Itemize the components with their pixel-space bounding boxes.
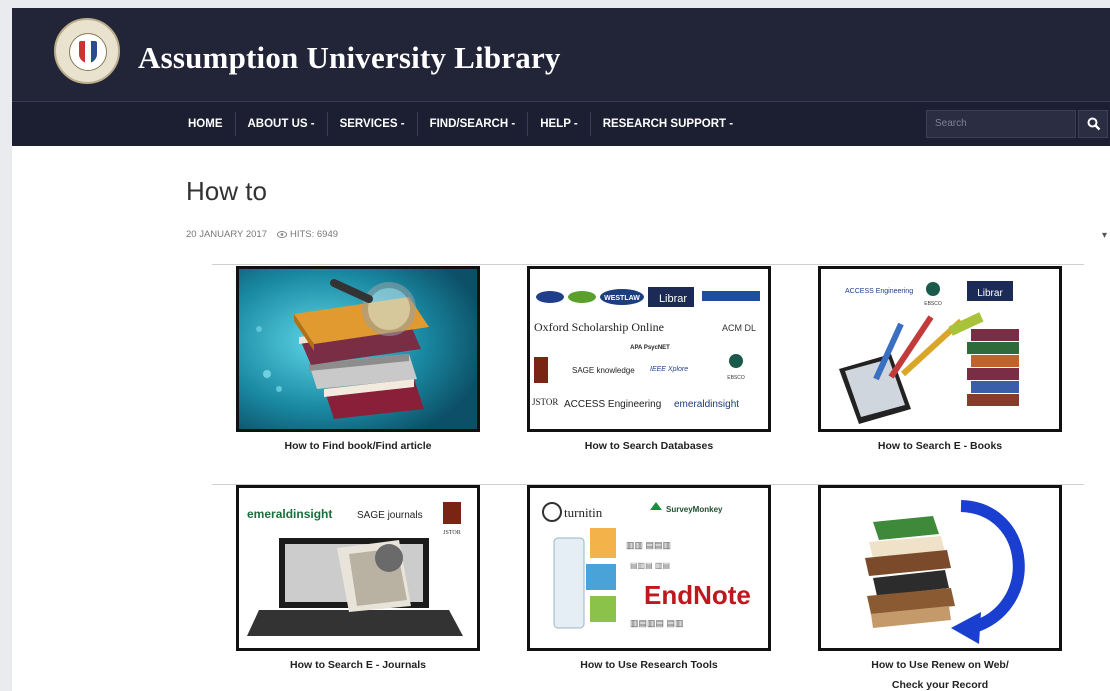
card-find-book[interactable]: How to Find book/Find article [236,266,480,456]
surveymonkey-logo-text: SurveyMonkey [666,505,723,514]
ebsco-logo-text: EBSCO [727,375,745,381]
library-logo-text: Librar [977,288,1003,299]
divider [212,264,1084,265]
eye-icon [276,231,287,238]
nav-about-us[interactable]: ABOUT US - [236,112,328,136]
apa-logo-text: APA PsycNET [630,345,670,351]
main-navbar: HOME ABOUT US - SERVICES - FIND/SEARCH -… [12,101,1110,146]
sage-logo-text: SAGE knowledge [572,366,635,375]
caption-line-1: How to Use Renew on Web/ [871,659,1009,671]
magnifier-books-icon [239,269,477,429]
ieee-logo-text: IEEE Xplore [650,366,688,373]
card-image[interactable]: emeraldinsight SAGE journals JSTOR [236,485,480,651]
access-engineering-logo-text: ACCESS Engineering [845,288,913,295]
nav-research-support[interactable]: RESEARCH SUPPORT - [591,112,745,136]
research-tools-icon: turnitin SurveyMonkey ▥▥ ▤▤▥ ▤▥▤ ▥▤ EndN… [530,488,768,648]
search-button[interactable] [1078,110,1108,138]
access-engineering-logo-text: ACCESS Engineering [564,399,661,410]
ebsco-logo-text: EBSCO [924,301,942,307]
card-image[interactable] [236,266,480,432]
card-renew-web[interactable]: How to Use Renew on Web/ Check your Reco… [818,485,1062,691]
card-research-tools[interactable]: turnitin SurveyMonkey ▥▥ ▤▤▥ ▤▥▤ ▥▤ EndN… [527,485,771,675]
nav-services[interactable]: SERVICES - [328,112,418,136]
site-title[interactable]: Assumption University Library [138,40,561,76]
library-logo-text: Librar [659,293,687,305]
caption-line-2: Check your Record [891,679,989,691]
acm-logo-text: ACM DL [722,323,756,333]
article-meta: 20 JANUARY 2017 HITS: 6949 [186,229,338,240]
svg-text:▥▤▥▤ ▤▥: ▥▤▥▤ ▤▥ [630,618,684,628]
emerald-logo-text: emeraldinsight [247,507,332,521]
hits-count: HITS: 6949 [276,229,339,240]
oxford-logo-text: Oxford Scholarship Online [534,320,664,334]
seal-inner [69,33,107,71]
turnitin-logo-text: turnitin [564,505,603,520]
page-title: How to [186,176,267,206]
card-search-databases[interactable]: WESTLAW Librar Oxford Scholarship Online… [527,266,771,456]
card-image[interactable] [818,485,1062,651]
card-image[interactable]: ACCESS Engineering EBSCO Librar [818,266,1062,432]
publish-date: 20 JANUARY 2017 [186,229,267,240]
jstor-logo-text: JSTOR [443,530,461,536]
nav-help[interactable]: HELP - [528,112,591,136]
tablet-books-icon: ACCESS Engineering EBSCO Librar [821,269,1059,429]
card-search-ebooks[interactable]: ACCESS Engineering EBSCO Librar How to S… [818,266,1062,456]
search-input[interactable]: Search [926,110,1076,138]
card-caption[interactable]: How to Find book/Find article [236,436,480,456]
university-seal-logo[interactable] [54,18,120,84]
jstor-logo-text: JSTOR [532,397,558,407]
options-caret-icon[interactable]: ▾ [1102,230,1107,241]
card-caption[interactable]: How to Search E - Books [818,436,1062,456]
card-caption[interactable]: How to Use Renew on Web/ Check your Reco… [818,655,1062,691]
nav-home[interactable]: HOME [176,112,236,136]
card-image[interactable]: turnitin SurveyMonkey ▥▥ ▤▤▥ ▤▥▤ ▥▤ EndN… [527,485,771,651]
database-logos-icon: WESTLAW Librar Oxford Scholarship Online… [530,269,768,429]
svg-text:▤▥▤ ▥▤: ▤▥▤ ▥▤ [630,561,670,570]
site-header: Assumption University Library [12,8,1110,101]
hits-label: HITS: 6949 [289,229,339,240]
crest-icon [79,41,97,63]
search-icon [1087,117,1101,131]
emerald-logo-text: emeraldinsight [674,399,739,410]
nav-find-search[interactable]: FIND/SEARCH - [418,112,529,136]
card-image[interactable]: WESTLAW Librar Oxford Scholarship Online… [527,266,771,432]
westlaw-logo-text: WESTLAW [604,295,640,302]
nav-menu: HOME ABOUT US - SERVICES - FIND/SEARCH -… [176,102,745,146]
svg-text:▥▥ ▤▤▥: ▥▥ ▤▤▥ [626,540,671,550]
books-renew-arrow-icon [821,488,1059,648]
endnote-logo-text: EndNote [644,580,751,610]
page: Assumption University Library HOME ABOUT… [12,8,1110,691]
card-caption[interactable]: How to Search E - Journals [236,655,480,675]
laptop-magazines-icon: emeraldinsight SAGE journals JSTOR [239,488,477,648]
card-caption[interactable]: How to Use Research Tools [527,655,771,675]
sage-journals-logo-text: SAGE journals [357,510,423,521]
card-caption[interactable]: How to Search Databases [527,436,771,456]
card-search-ejournals[interactable]: emeraldinsight SAGE journals JSTOR How t… [236,485,480,675]
